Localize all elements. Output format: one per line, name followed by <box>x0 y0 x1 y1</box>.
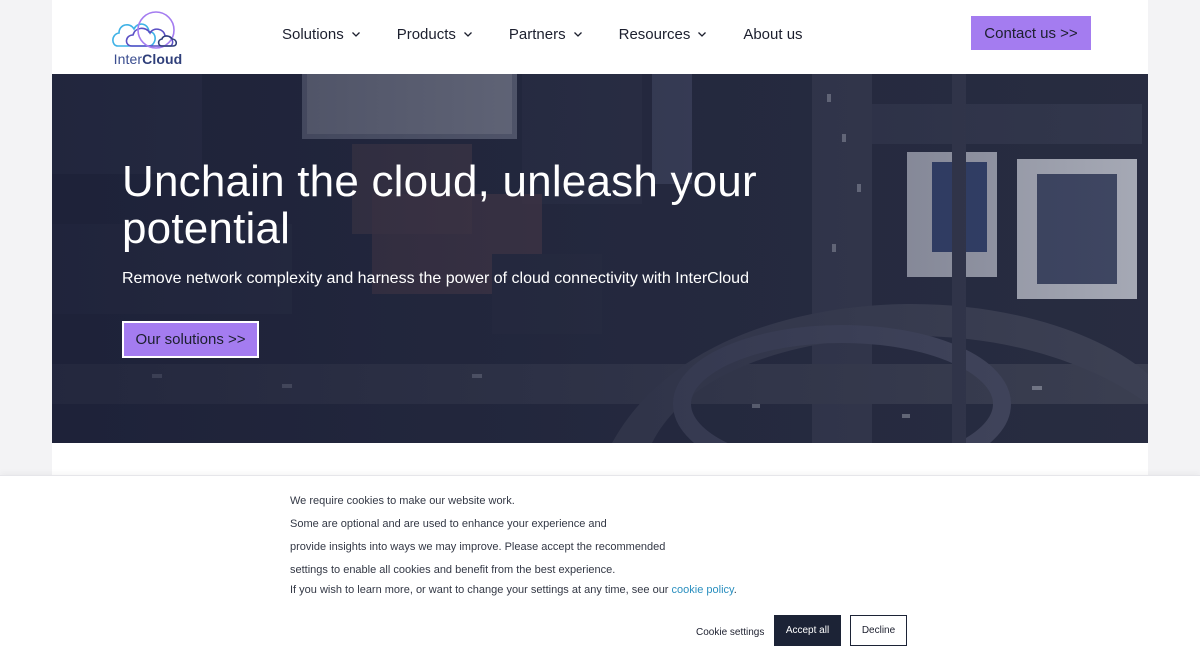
cookie-more-info: If you wish to learn more, or want to ch… <box>290 584 737 596</box>
nav-item-label: Partners <box>508 25 566 43</box>
our-solutions-button[interactable]: Our solutions >> <box>122 321 259 358</box>
chevron-down-icon <box>463 32 472 37</box>
cookie-line: Some are optional and are used to enhanc… <box>290 518 607 530</box>
nav-item-label: Solutions <box>282 25 344 43</box>
chevron-down-icon <box>698 32 707 37</box>
cookie-more-end: . <box>733 584 737 596</box>
nav-item-about-us[interactable]: About us <box>743 26 802 43</box>
nav-item-products[interactable]: Products <box>397 26 473 43</box>
contact-us-button[interactable]: Contact us >> <box>971 16 1091 50</box>
cookie-line: settings to enable all cookies and benef… <box>290 564 616 576</box>
nav-item-partners[interactable]: Partners <box>509 26 583 43</box>
cookie-policy-link[interactable]: cookie policy <box>672 584 734 596</box>
cookie-banner: We require cookies to make our website w… <box>0 475 1200 665</box>
nav-item-label: About us <box>743 25 803 43</box>
decline-button[interactable]: Decline <box>850 615 907 646</box>
logo-text-prefix: Inter <box>113 51 143 67</box>
nav-item-solutions[interactable]: Solutions <box>282 26 361 43</box>
cookie-line: provide insights into ways we may improv… <box>290 541 666 553</box>
hero-banner: Unchain the cloud, unleash your potentia… <box>52 74 1148 443</box>
cookie-more-text: If you wish to learn more, or want to ch… <box>290 584 672 596</box>
hero-title: Unchain the cloud, unleash your potentia… <box>122 157 757 253</box>
cookie-line: We require cookies to make our website w… <box>290 495 515 507</box>
main-nav: Solutions Products Partners Resources Ab… <box>282 22 803 46</box>
cookie-settings-button[interactable]: Cookie settings <box>696 624 764 640</box>
hero-subtitle: Remove network complexity and harness th… <box>122 270 749 287</box>
logo-text-suffix: Cloud <box>142 51 183 67</box>
cloud-logo-icon <box>112 11 178 49</box>
nav-item-label: Resources <box>618 25 691 43</box>
nav-item-resources[interactable]: Resources <box>619 26 708 43</box>
logo-wordmark: InterCloud <box>110 51 186 67</box>
intercloud-logo[interactable]: InterCloud <box>110 8 186 68</box>
chevron-down-icon <box>351 32 360 37</box>
site-header: InterCloud Solutions Products Partners R… <box>52 0 1148 74</box>
accept-all-button[interactable]: Accept all <box>774 615 841 646</box>
cookie-message: We require cookies to make our website w… <box>290 490 710 582</box>
nav-item-label: Products <box>396 25 456 43</box>
chevron-down-icon <box>573 32 582 37</box>
hero-overlay <box>52 74 1148 443</box>
